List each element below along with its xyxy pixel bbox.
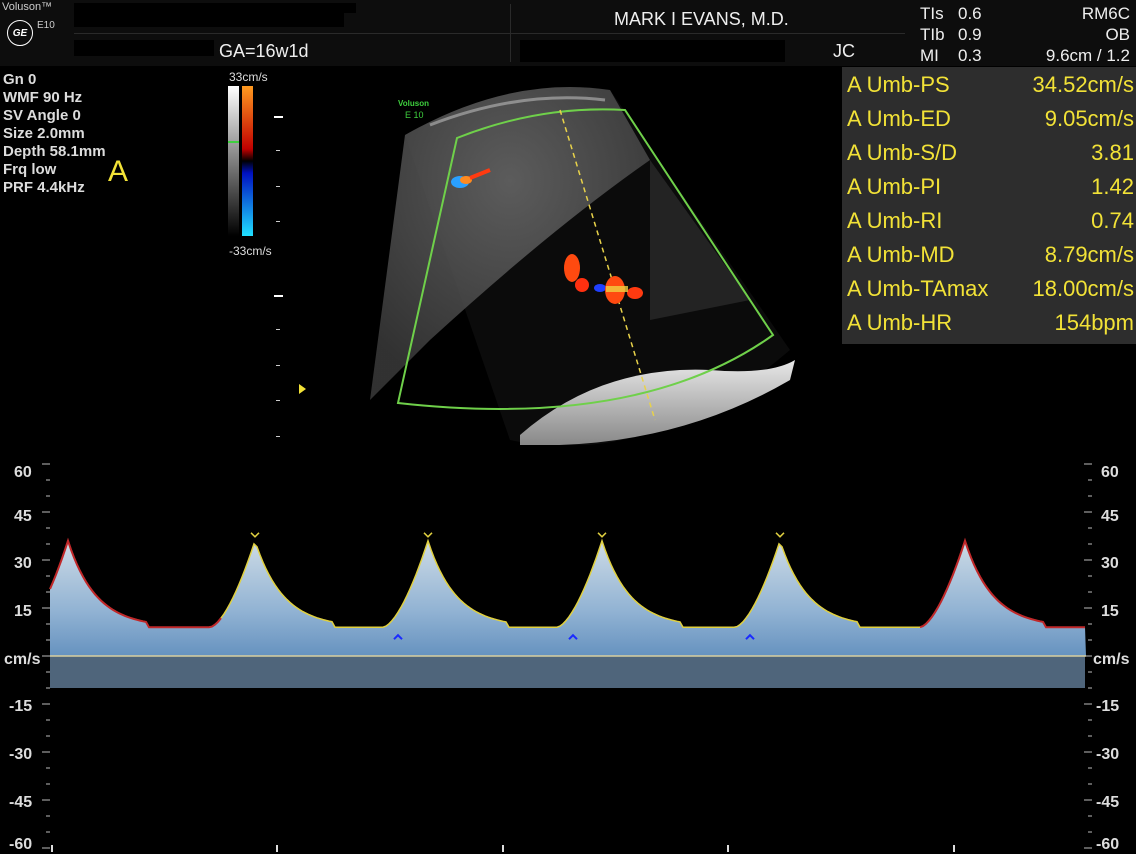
param-prf: PRF 4.4kHz xyxy=(3,179,85,196)
measurement-row: A Umb-ED 9.05cm/s xyxy=(842,102,1136,136)
probe-label: RM6C xyxy=(1081,4,1130,23)
reverse-flow-band xyxy=(50,656,1085,688)
model-label: E10 xyxy=(37,20,55,31)
param-sv-angle: SV Angle 0 xyxy=(3,107,81,124)
colorbar-min-label: -33cm/s xyxy=(229,244,272,258)
measurement-row: A Umb-RI 0.74 xyxy=(842,204,1136,238)
measurement-label: A Umb-MD xyxy=(847,242,955,267)
param-frequency: Frq low xyxy=(3,161,57,178)
redacted-patient-name xyxy=(74,3,356,13)
ge-logo-icon: GE xyxy=(7,20,33,46)
measurement-label: A Umb-PS xyxy=(847,72,950,97)
redacted-patient-id xyxy=(74,13,344,27)
measurement-label: A Umb-RI xyxy=(847,208,943,233)
measurement-value: 1.42 xyxy=(1091,174,1134,199)
measurement-label: A Umb-HR xyxy=(847,310,953,335)
param-wmf: WMF 90 Hz xyxy=(3,89,83,106)
redacted-hospital xyxy=(520,40,785,62)
peak-systole-marker xyxy=(250,532,260,538)
measurement-value: 8.79cm/s xyxy=(1044,242,1134,267)
spectral-doppler-trace xyxy=(42,463,1092,852)
measurement-value: 34.52cm/s xyxy=(1032,72,1135,97)
focus-marker-icon xyxy=(299,384,306,394)
param-depth: Depth 58.1mm xyxy=(3,143,106,160)
watermark-line1: Voluson xyxy=(398,99,429,108)
measurement-row: A Umb-PS 34.52cm/s xyxy=(842,68,1136,102)
measurement-value: 9.05cm/s xyxy=(1044,106,1134,131)
operator-initials: JC xyxy=(833,41,855,61)
measurement-row: A Umb-MD 8.79cm/s xyxy=(842,238,1136,272)
peak-systole-marker xyxy=(775,532,785,538)
measurement-panel: A Umb-PS 34.52cm/s A Umb-ED 9.05cm/s A Umb… xyxy=(842,67,1136,344)
tib-value: 0.9 xyxy=(958,25,982,44)
measurement-row: A Umb-PI 1.42 xyxy=(842,170,1136,204)
measurement-row: A Umb-S/D 3.81 xyxy=(842,136,1136,170)
measurement-value: 0.74 xyxy=(1091,208,1134,233)
watermark-line2: E 10 xyxy=(405,110,424,120)
doctor-name: MARK I EVANS, M.D. xyxy=(614,9,789,29)
logo-text: GE xyxy=(12,27,28,39)
preset-label: OB xyxy=(1105,25,1130,44)
param-size: Size 2.0mm xyxy=(3,125,85,142)
velocity-colorbar xyxy=(228,86,253,236)
tib-label: TIb xyxy=(920,25,945,44)
measurement-label: A Umb-TAmax xyxy=(847,276,989,301)
spectrum-waveform xyxy=(50,540,1086,656)
measurement-value: 3.81 xyxy=(1091,140,1134,165)
measurement-row: A Umb-HR 154bpm xyxy=(842,306,1136,340)
mode-label: A xyxy=(108,155,129,188)
redacted-patient-info xyxy=(74,40,214,56)
peak-systole-marker xyxy=(423,532,433,538)
header-divider xyxy=(74,33,905,34)
header-divider-v xyxy=(510,4,511,62)
max-velocity-envelope xyxy=(49,538,1085,628)
measurement-value: 154bpm xyxy=(1054,310,1134,335)
bmode-image: Voluson E 10 xyxy=(370,87,795,445)
depth-scale xyxy=(274,116,283,437)
tis-label: TIs xyxy=(920,4,944,23)
tis-value: 0.6 xyxy=(958,4,982,23)
gestational-age: GA=16w1d xyxy=(219,41,309,61)
mi-label: MI xyxy=(920,46,939,65)
colorbar-max-label: 33cm/s xyxy=(229,70,268,84)
peak-systole-marker xyxy=(597,532,607,538)
measurement-label: A Umb-PI xyxy=(847,174,942,199)
measurement-row: A Umb-TAmax 18.00cm/s xyxy=(842,272,1136,306)
measurement-label: A Umb-S/D xyxy=(847,140,958,165)
mi-value: 0.3 xyxy=(958,46,982,65)
param-gain: Gn 0 xyxy=(3,71,37,88)
depth-zoom-label: 9.6cm / 1.2 xyxy=(1045,46,1130,65)
brand-label: Voluson™ xyxy=(2,1,53,13)
measurement-value: 18.00cm/s xyxy=(1032,276,1135,301)
measurement-label: A Umb-ED xyxy=(847,106,951,131)
header-bar: Voluson™ GE E10 GA=16w1d MARK I EVANS, M… xyxy=(0,0,1136,66)
